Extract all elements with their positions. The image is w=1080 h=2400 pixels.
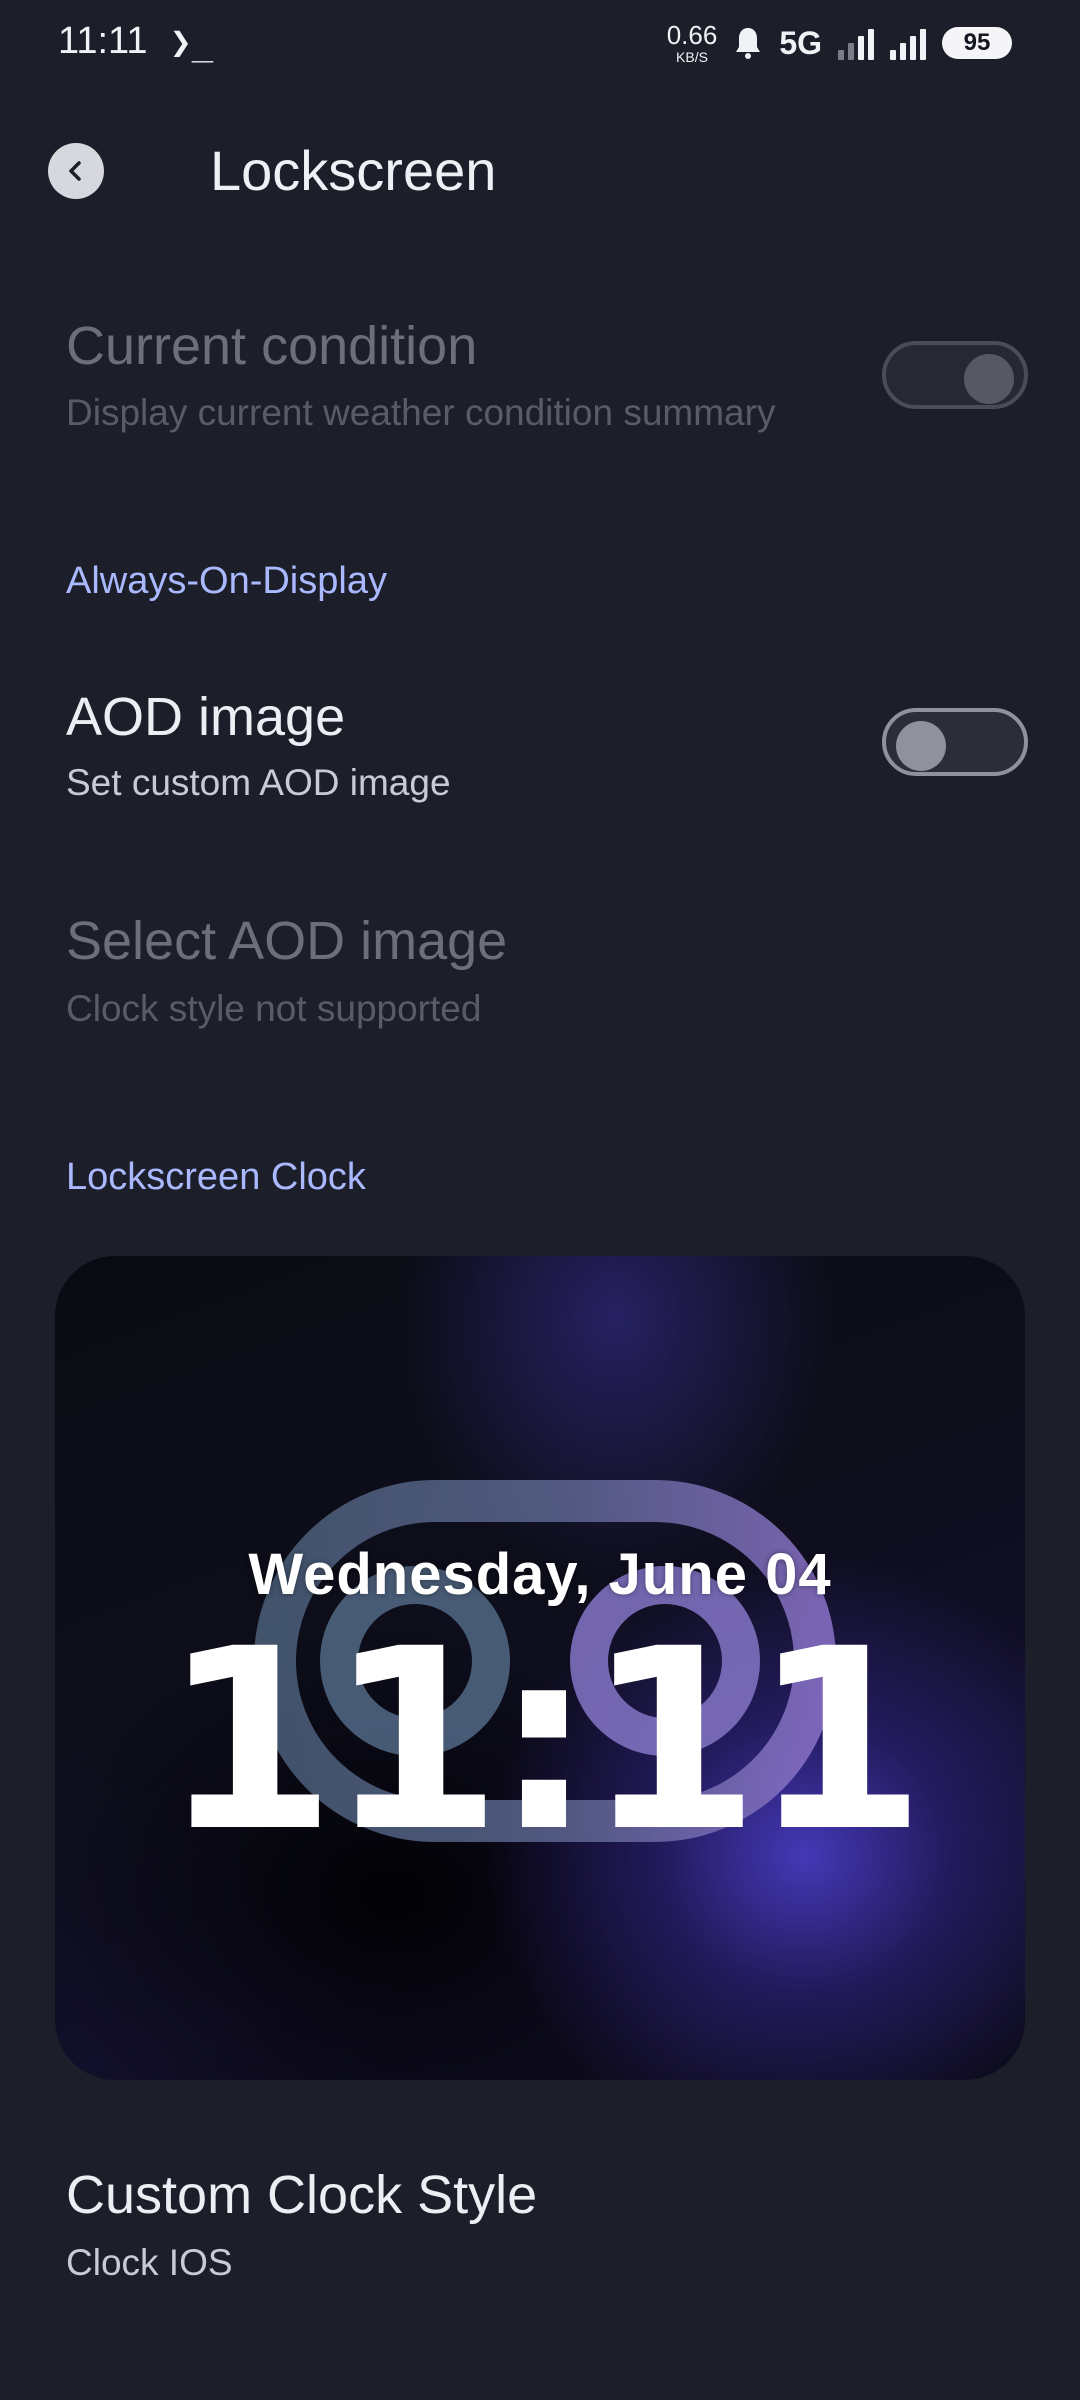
chevron-left-icon <box>69 161 81 181</box>
lockscreen-clock-section-header: Lockscreen Clock <box>66 1156 366 1198</box>
network-speed-value: 0.66 <box>666 20 718 50</box>
back-button[interactable] <box>48 143 104 199</box>
toggle-knob <box>964 354 1014 404</box>
toggle-knob <box>896 721 946 771</box>
battery-indicator: 95 <box>942 27 1012 59</box>
status-time: 11:11 <box>58 20 148 62</box>
signal-strength-icon-sim1 <box>838 26 874 60</box>
network-speed-unit: KB/S <box>676 49 708 65</box>
preview-time: 11:11 <box>162 1595 926 1886</box>
signal-strength-icon-sim2 <box>890 26 926 60</box>
network-speed: 0.66 KB/S <box>667 22 718 64</box>
network-type: 5G <box>779 24 822 61</box>
current-condition-subtitle: Display current weather condition summar… <box>66 392 776 433</box>
always-on-display-section-header: Always-On-Display <box>66 560 387 602</box>
clock-preview-card[interactable]: Wednesday, June 04 11:11 <box>55 1256 1025 2080</box>
terminal-icon: ❯_ <box>170 22 214 63</box>
lockscreen-settings-screen: 11:11 ❯_ 0.66 KB/S 5G 95 Lockscreen Curr… <box>0 0 1080 2400</box>
custom-clock-style-subtitle: Clock IOS <box>66 2242 233 2283</box>
aod-image-title: AOD image <box>66 687 346 747</box>
status-icons: 0.66 KB/S 5G 95 <box>667 18 1012 68</box>
bell-icon <box>736 28 761 59</box>
aod-image-subtitle: Set custom AOD image <box>66 762 451 803</box>
current-condition-title: Current condition <box>66 316 478 376</box>
status-bar: 11:11 ❯_ 0.66 KB/S 5G 95 <box>0 0 1080 88</box>
select-aod-image-subtitle: Clock style not supported <box>66 988 482 1029</box>
current-condition-toggle[interactable] <box>882 341 1028 409</box>
aod-image-toggle[interactable] <box>882 708 1028 776</box>
select-aod-image-title: Select AOD image <box>66 911 508 971</box>
page-title: Lockscreen <box>210 139 497 202</box>
custom-clock-style-title: Custom Clock Style <box>66 2165 538 2225</box>
